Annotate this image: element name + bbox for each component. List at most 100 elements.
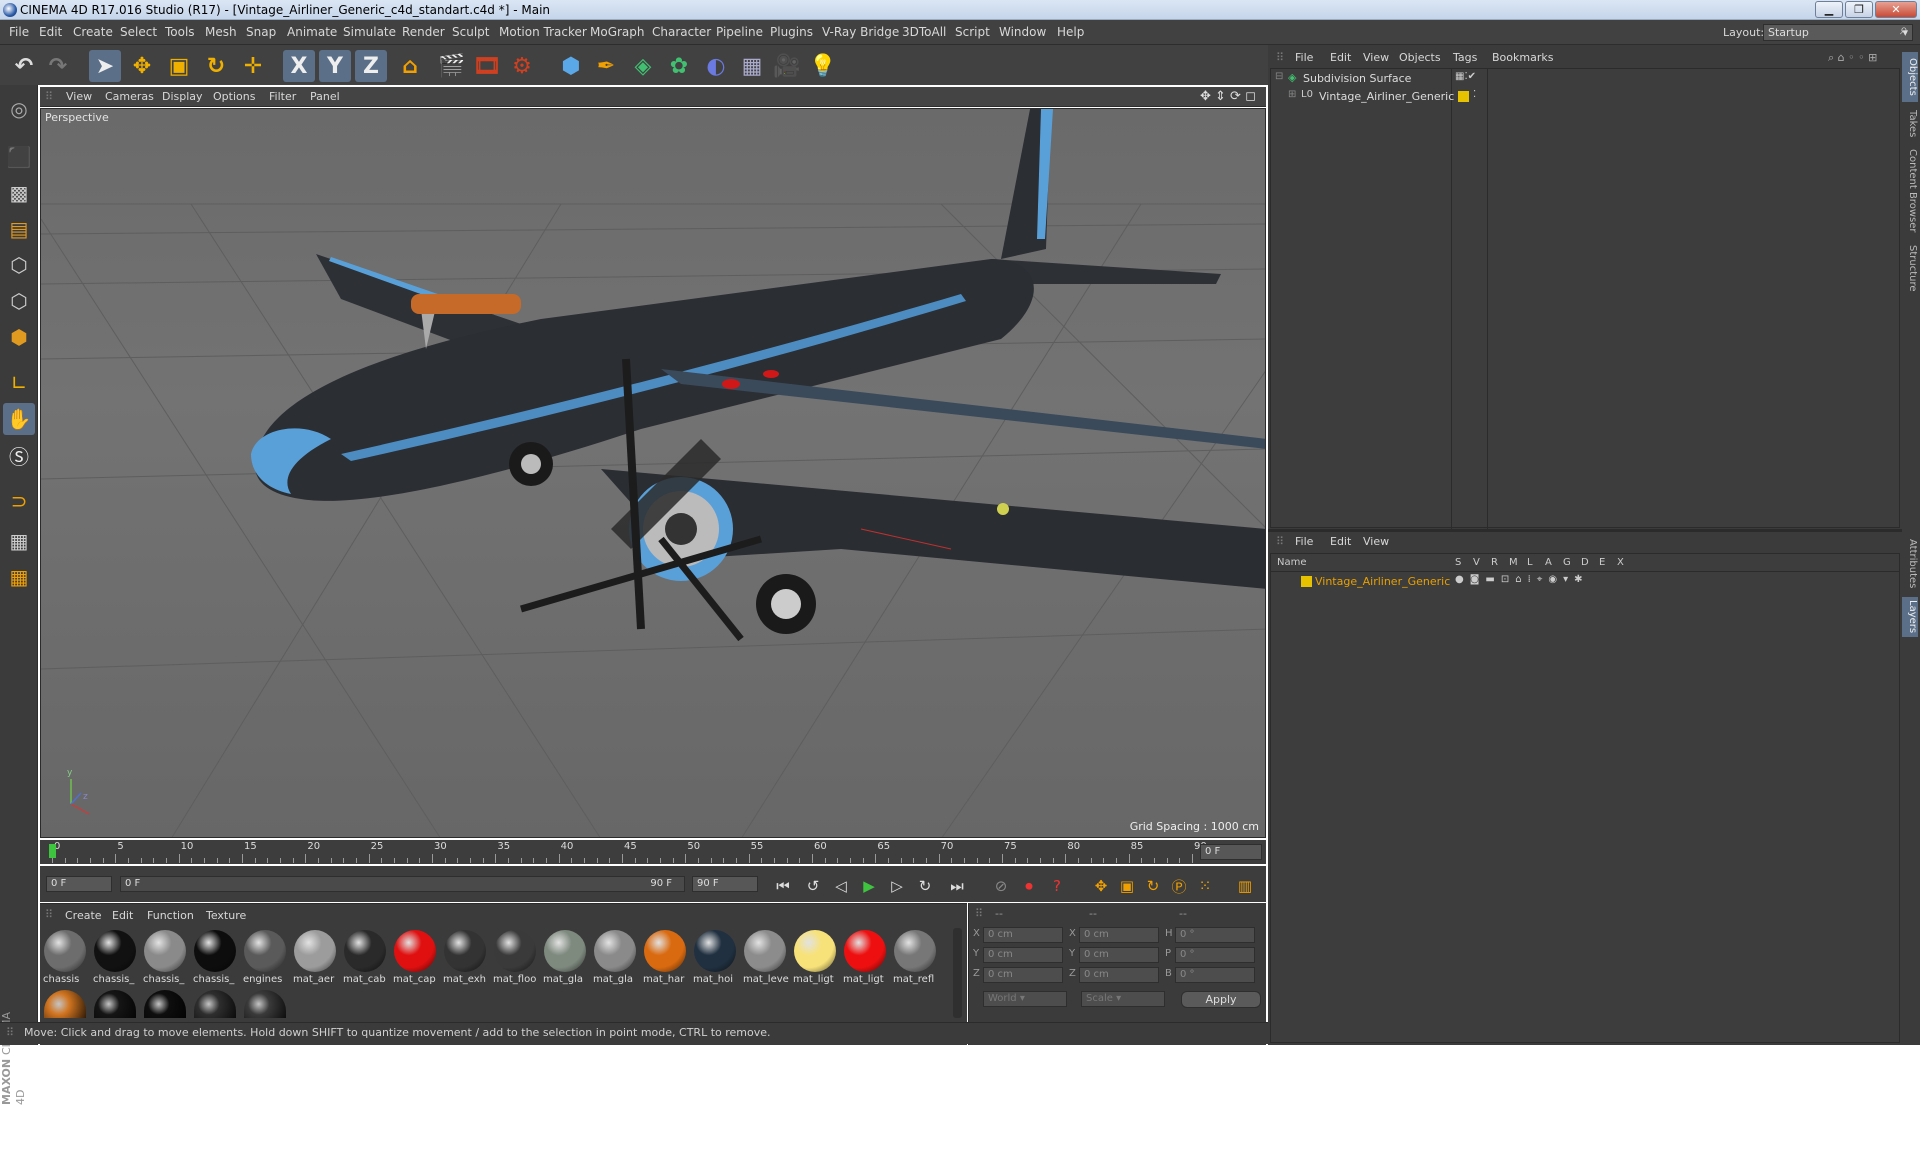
menu-help[interactable]: Help [1057,20,1084,45]
layer-column-header[interactable]: D [1581,557,1589,568]
layer-column-header[interactable]: Name [1277,557,1307,568]
menu-3dtoall[interactable]: 3DToAll [902,20,946,45]
visibility-dots-icon[interactable]: ▦⁚✔ [1455,71,1476,82]
material-swatch[interactable] [394,930,436,972]
menu-mesh[interactable]: Mesh [205,20,237,45]
goto-start-icon[interactable]: ⏮ [772,875,794,897]
timeline-ruler[interactable]: 051015202530354045505560657075808590 0 F [40,840,1266,864]
coord-value-field[interactable]: 0 cm [1079,947,1159,963]
obj-menu-bookmarks[interactable]: Bookmarks [1492,49,1553,67]
lock-grid-icon[interactable]: ▦ [3,525,35,557]
rotate-icon[interactable]: ↻ [200,50,232,82]
layer-menu-view[interactable]: View [1363,532,1389,552]
edges-mode-icon[interactable]: ⬡ [3,285,35,317]
render-view-icon[interactable]: 🎬 [436,50,468,82]
redo-icon[interactable]: ↷ [42,50,74,82]
grid-snap-icon[interactable]: ▦ [3,561,35,593]
material-swatch[interactable] [244,990,286,1018]
texture-mode-icon[interactable]: ▩ [3,177,35,209]
subdivision-icon[interactable]: ◈ [627,50,659,82]
menu-script[interactable]: Script [955,20,990,45]
menu-snap[interactable]: Snap [246,20,276,45]
mat-menu-create[interactable]: Create [65,907,102,925]
menu-render[interactable]: Render [402,20,445,45]
menu-window[interactable]: Window [999,20,1046,45]
menu-pipeline[interactable]: Pipeline [716,20,763,45]
next-key-icon[interactable]: ↻ [914,875,936,897]
object-row-subdivision[interactable]: ⊟ ◈ Subdivision Surface ▦⁚✔ [1275,71,1895,87]
coord-value-field[interactable]: 0 ° [1175,927,1255,943]
mat-menu-function[interactable]: Function [147,907,194,925]
side-tab-attributes[interactable]: Attributes [1902,535,1918,593]
coord-value-field[interactable]: 0 cm [1079,927,1159,943]
cube-icon[interactable]: ⬢ [555,50,587,82]
next-frame-icon[interactable]: ▷ [886,875,908,897]
start-frame-field[interactable]: 0 F [46,876,112,892]
coord-value-field[interactable]: 0 cm [1079,967,1159,983]
layer-color-swatch[interactable] [1458,91,1469,102]
menu-vray-bridge[interactable]: V-Ray Bridge [822,20,899,45]
current-frame-field[interactable]: 0 F [1200,844,1262,860]
points-mode-icon[interactable]: ⬡ [3,249,35,281]
pen-spline-icon[interactable]: ✒ [590,50,622,82]
coordinate-system-icon[interactable]: ⌂ [394,50,426,82]
select-arrow-icon[interactable]: ➤ [89,50,121,82]
key-pla-icon[interactable]: ⁙ [1194,875,1216,897]
obj-menu-tags[interactable]: Tags [1453,49,1477,67]
material-scrollbar[interactable] [953,928,962,1018]
make-editable-icon[interactable]: ◎ [3,93,35,125]
side-tab-content-browser[interactable]: Content Browser [1902,146,1918,236]
material-swatch[interactable] [94,930,136,972]
side-tab-takes[interactable]: Takes [1902,106,1918,142]
material-swatch[interactable] [194,930,236,972]
material-swatch[interactable] [294,930,336,972]
minimize-button[interactable]: ▁ [1815,1,1843,18]
deformer-icon[interactable]: ◐ [700,50,732,82]
mat-menu-edit[interactable]: Edit [112,907,133,925]
play-icon[interactable]: ▶ [858,875,880,897]
key-rotation-icon[interactable]: ↻ [1142,875,1164,897]
side-tab-layers[interactable]: Layers [1902,597,1918,637]
material-swatch[interactable] [44,990,86,1018]
layer-color-swatch[interactable] [1301,576,1312,587]
move-icon[interactable]: ✥ [126,50,158,82]
layer-menu-file[interactable]: File [1295,532,1313,552]
layer-column-header[interactable]: G [1563,557,1571,568]
key-position-icon[interactable]: ✥ [1090,875,1112,897]
visibility-dots-icon[interactable]: ⁚ [1473,89,1476,100]
workplane-icon[interactable]: ▤ [3,213,35,245]
layout-select[interactable]: Startup ▾ [1763,24,1913,41]
coord-value-field[interactable]: 0 cm [983,967,1063,983]
material-swatch[interactable] [144,930,186,972]
coord-mode-select[interactable]: Scale ▾ [1081,991,1165,1007]
record-keys-icon[interactable]: ⊘ [990,875,1012,897]
timeline-window-icon[interactable]: ▥ [1234,875,1256,897]
material-swatch[interactable] [694,930,736,972]
snap-icon[interactable]: Ⓢ [3,439,35,471]
layer-name[interactable]: Vintage_Airliner_Generic [1315,575,1450,588]
undo-icon[interactable]: ↶ [8,50,40,82]
menu-sculpt[interactable]: Sculpt [452,20,489,45]
material-swatch[interactable] [94,990,136,1018]
render-picture-viewer-icon[interactable]: 🎞 [471,50,503,82]
material-swatch[interactable] [794,930,836,972]
material-swatch[interactable] [444,930,486,972]
light-icon[interactable]: 💡 [807,50,839,82]
layer-toggle-icons[interactable]: ●◙▬⊡⌂⁞⌖◉▾✱ [1455,574,1589,585]
obj-menu-view[interactable]: View [1363,49,1389,67]
layer-row[interactable]: Vintage_Airliner_Generic ●◙▬⊡⌂⁞⌖◉▾✱ [1275,574,1895,590]
autokey-icon[interactable]: ⏺ [1018,875,1040,897]
menu-select[interactable]: Select [120,20,157,45]
layer-column-header[interactable]: X [1617,557,1624,568]
vp-menu-view[interactable]: View [66,87,92,107]
polygons-mode-icon[interactable]: ⬢ [3,321,35,353]
coord-system-select[interactable]: World ▾ [983,991,1067,1007]
menu-file[interactable]: File [9,20,29,45]
material-swatch[interactable] [344,930,386,972]
camera-label[interactable]: Perspective [45,111,109,124]
menu-character[interactable]: Character [652,20,711,45]
maximize-button[interactable]: ❐ [1845,1,1873,18]
side-tab-objects[interactable]: Objects [1902,52,1918,102]
material-swatch[interactable] [594,930,636,972]
layer-column-header[interactable]: M [1509,557,1518,568]
